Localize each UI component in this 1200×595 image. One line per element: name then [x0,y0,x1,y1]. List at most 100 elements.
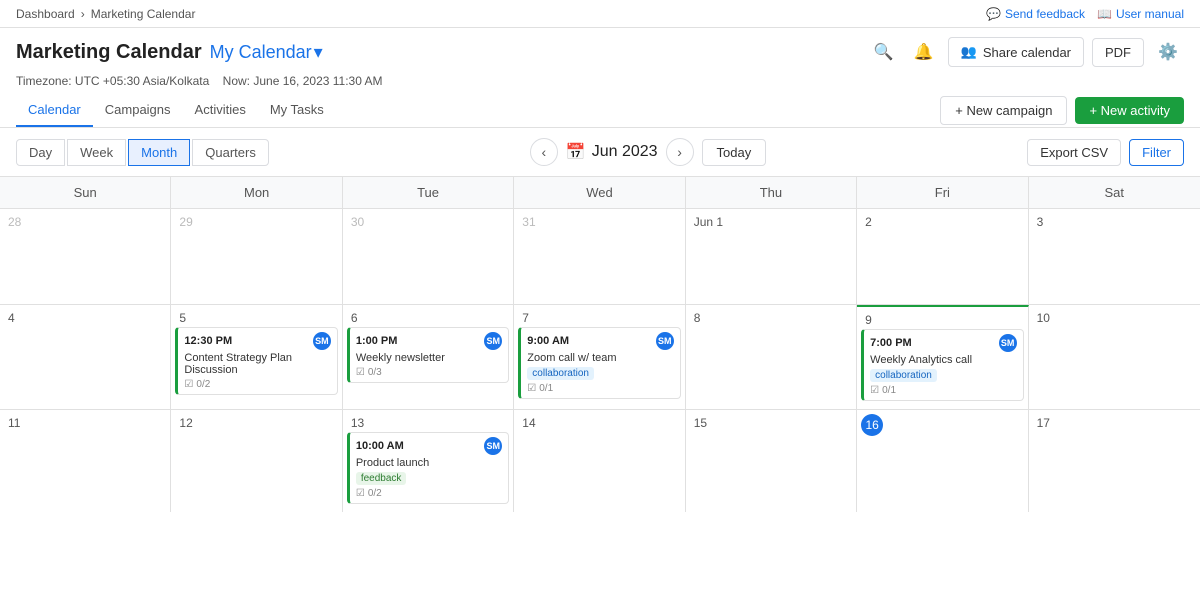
next-month-button[interactable]: › [666,138,694,166]
checklist-icon: ☑ [184,379,193,390]
share-calendar-button[interactable]: 👥 Share calendar [948,37,1084,67]
breadcrumb-parent[interactable]: Dashboard [16,7,75,21]
timezone-label: Timezone: UTC +05:30 Asia/Kolkata [16,74,209,88]
event-time: 9:00 AM [527,335,569,347]
day-num: 13 [347,414,368,432]
now-label: Now: June 16, 2023 11:30 AM [223,74,383,88]
calendar-selector[interactable]: My Calendar ▾ [210,42,323,63]
day-cell: 28 [0,209,171,304]
event-card[interactable]: 12:30 PM SM Content Strategy Plan Discus… [175,327,337,395]
timezone-bar: Timezone: UTC +05:30 Asia/Kolkata Now: J… [0,72,1200,94]
event-title: Content Strategy Plan Discussion [184,352,330,376]
week-row: 28 29 30 31 Jun 1 2 3 [0,209,1200,305]
day-num: 28 [4,213,25,231]
event-checklist: ☑ 0/3 [356,367,502,378]
header-sat: Sat [1029,177,1200,209]
filter-button[interactable]: Filter [1129,139,1184,166]
day-cell: 29 [171,209,342,304]
calendar-grid: Sun Mon Tue Wed Thu Fri Sat 28 29 30 31 … [0,176,1200,512]
day-num: 9 [861,311,876,329]
event-header: 7:00 PM SM [870,334,1016,352]
day-num: 2 [861,213,876,231]
avatar: SM [313,332,331,350]
header-mon: Mon [171,177,342,209]
bell-button[interactable]: 🔔 [908,36,940,68]
view-month-button[interactable]: Month [128,139,190,166]
search-button[interactable]: 🔍 [868,36,900,68]
day-cell: 16 [857,410,1028,512]
day-cell: 3 [1029,209,1200,304]
day-cell: 8 [686,305,857,409]
day-num: 12 [175,414,196,432]
tab-list: Calendar Campaigns Activities My Tasks [16,94,336,127]
avatar: SM [484,332,502,350]
event-time: 12:30 PM [184,335,232,347]
day-cell: 15 [686,410,857,512]
settings-button[interactable]: ⚙️ [1152,36,1184,68]
tab-calendar[interactable]: Calendar [16,94,93,127]
breadcrumb: Dashboard › Marketing Calendar [16,7,195,21]
day-num: 14 [518,414,539,432]
day-num: 17 [1033,414,1054,432]
event-time: 10:00 AM [356,440,404,452]
tabs: Calendar Campaigns Activities My Tasks +… [0,94,1200,128]
header-wed: Wed [514,177,685,209]
day-num: 6 [347,309,362,327]
day-num: 11 [4,414,24,432]
header-right: 🔍 🔔 👥 Share calendar PDF ⚙️ [868,36,1184,68]
pdf-button[interactable]: PDF [1092,38,1144,67]
header: Marketing Calendar My Calendar ▾ 🔍 🔔 👥 S… [0,28,1200,72]
tab-campaigns[interactable]: Campaigns [93,94,183,127]
new-campaign-button[interactable]: + New campaign [940,96,1067,125]
day-cell: 9 7:00 PM SM Weekly Analytics call colla… [857,305,1028,409]
chevron-down-icon: ▾ [314,42,323,63]
header-tue: Tue [343,177,514,209]
top-bar: Dashboard › Marketing Calendar 💬 Send fe… [0,0,1200,28]
day-cell: 17 [1029,410,1200,512]
send-feedback-link[interactable]: 💬 Send feedback [986,7,1085,21]
new-activity-button[interactable]: + New activity [1075,97,1184,124]
top-actions: 💬 Send feedback 📖 User manual [986,7,1184,21]
weeks: 28 29 30 31 Jun 1 2 3 4 5 12:30 PM SM Co… [0,209,1200,512]
event-card[interactable]: 1:00 PM SM Weekly newsletter ☑ 0/3 [347,327,509,383]
event-header: 1:00 PM SM [356,332,502,350]
day-cell: 6 1:00 PM SM Weekly newsletter ☑ 0/3 [343,305,514,409]
day-cell: 14 [514,410,685,512]
event-header: 9:00 AM SM [527,332,673,350]
event-time: 7:00 PM [870,337,912,349]
tab-activities[interactable]: Activities [183,94,258,127]
day-cell: Jun 1 [686,209,857,304]
breadcrumb-sep: › [81,7,85,21]
event-checklist: ☑ 0/2 [184,379,330,390]
tab-my-tasks[interactable]: My Tasks [258,94,336,127]
day-cell: 5 12:30 PM SM Content Strategy Plan Disc… [171,305,342,409]
view-day-button[interactable]: Day [16,139,65,166]
checklist-icon: ☑ [356,488,365,499]
event-card[interactable]: 10:00 AM SM Product launch feedback ☑ 0/… [347,432,509,504]
day-cell: 30 [343,209,514,304]
event-card[interactable]: 9:00 AM SM Zoom call w/ team collaborati… [518,327,680,399]
user-manual-link[interactable]: 📖 User manual [1097,7,1184,21]
day-num: 8 [690,309,705,327]
view-quarters-button[interactable]: Quarters [192,139,269,166]
view-week-button[interactable]: Week [67,139,126,166]
week-row: 11 12 13 10:00 AM SM Product launch feed… [0,410,1200,512]
event-header: 12:30 PM SM [184,332,330,350]
today-num: 16 [861,414,883,436]
event-card[interactable]: 7:00 PM SM Weekly Analytics call collabo… [861,329,1023,401]
checklist-icon: ☑ [527,383,536,394]
day-cell: 31 [514,209,685,304]
header-fri: Fri [857,177,1028,209]
day-cell: 7 9:00 AM SM Zoom call w/ team collabora… [514,305,685,409]
prev-month-button[interactable]: ‹ [530,138,558,166]
day-num: 15 [690,414,711,432]
day-headers: Sun Mon Tue Wed Thu Fri Sat [0,177,1200,209]
event-header: 10:00 AM SM [356,437,502,455]
checklist-icon: ☑ [356,367,365,378]
calendar-icon: 📅 [566,142,586,162]
event-checklist: ☑ 0/1 [527,383,673,394]
day-num: 30 [347,213,368,231]
today-button[interactable]: Today [702,139,767,166]
export-csv-button[interactable]: Export CSV [1027,139,1121,166]
event-checklist: ☑ 0/1 [870,385,1016,396]
